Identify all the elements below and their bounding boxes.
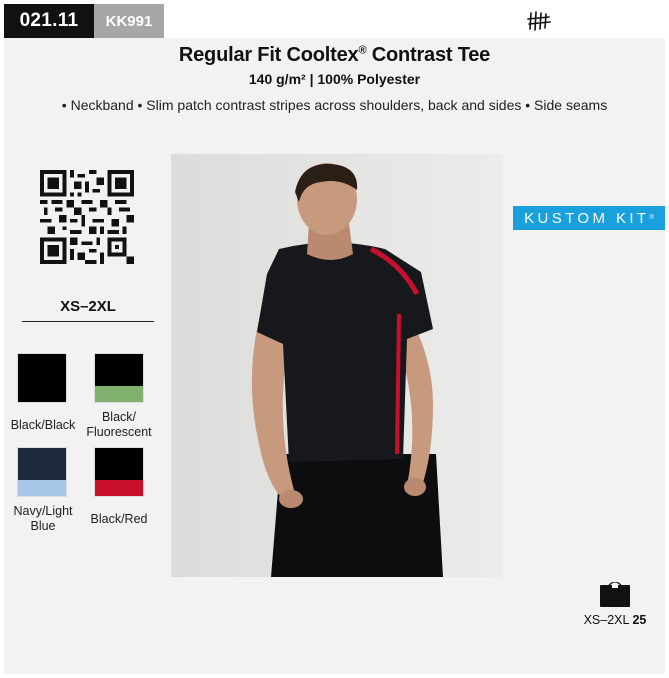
- colour-label: Black/Red: [76, 512, 162, 527]
- colour-swatch-black-red[interactable]: [94, 447, 144, 497]
- product-title: Regular Fit Cooltex® Contrast Tee: [0, 44, 669, 67]
- logo-registered-mark: ®: [649, 215, 654, 221]
- product-features: • Neckband • Slim patch contrast stripes…: [61, 97, 608, 113]
- product-subtitle: 140 g/m² | 100% Polyester: [248, 71, 421, 87]
- swatch-accent: [95, 480, 143, 496]
- product-photo: [171, 154, 503, 577]
- logo-text: KUSTOM KIT: [524, 209, 650, 227]
- title-suffix: Contrast Tee: [371, 44, 491, 66]
- colour-label-text: Black/Red: [90, 512, 148, 526]
- swatch-accent: [95, 386, 143, 402]
- colour-swatch-black-fluorescent[interactable]: [94, 353, 144, 403]
- colour-swatch-black-black[interactable]: [17, 353, 67, 403]
- sku-code: KK991: [94, 4, 164, 38]
- colour-label-line1: Navy/Light: [13, 504, 73, 518]
- catalogue-page: 021.11 KK991 Regular Fit Cooltex® Contra…: [0, 0, 669, 678]
- pack-range: XS–2XL: [583, 613, 629, 627]
- size-range: XS–2XL: [60, 298, 116, 315]
- colour-label-line2: Blue: [30, 519, 56, 533]
- colour-swatch-navy-light-blue[interactable]: [17, 447, 67, 497]
- qr-code-icon: [40, 170, 134, 264]
- carton-box-icon: [600, 582, 630, 607]
- title-text: Regular Fit Cooltex: [178, 44, 359, 66]
- colour-label-line2: Fluorescent: [86, 425, 152, 439]
- swatch-accent: [18, 386, 66, 402]
- model-wearing-tee-illustration: [171, 154, 503, 577]
- colour-label: Black/Black: [0, 418, 86, 433]
- page-code: 021.11: [4, 4, 94, 38]
- divider: [22, 321, 154, 322]
- colour-label-line1: Black/: [101, 410, 137, 424]
- colour-label: Black/ Fluorescent: [76, 410, 162, 440]
- registered-mark: ®: [358, 44, 367, 57]
- kustom-kit-logo: KUSTOM KIT ®: [513, 206, 665, 230]
- pack-size: XS–2XL 25: [570, 613, 660, 627]
- colour-label: Navy/Light Blue: [0, 504, 86, 534]
- brand-mark-icon: [527, 11, 551, 31]
- swatch-accent: [18, 480, 66, 496]
- pack-quantity: 25: [632, 613, 647, 627]
- colour-label-text: Black/Black: [10, 418, 76, 432]
